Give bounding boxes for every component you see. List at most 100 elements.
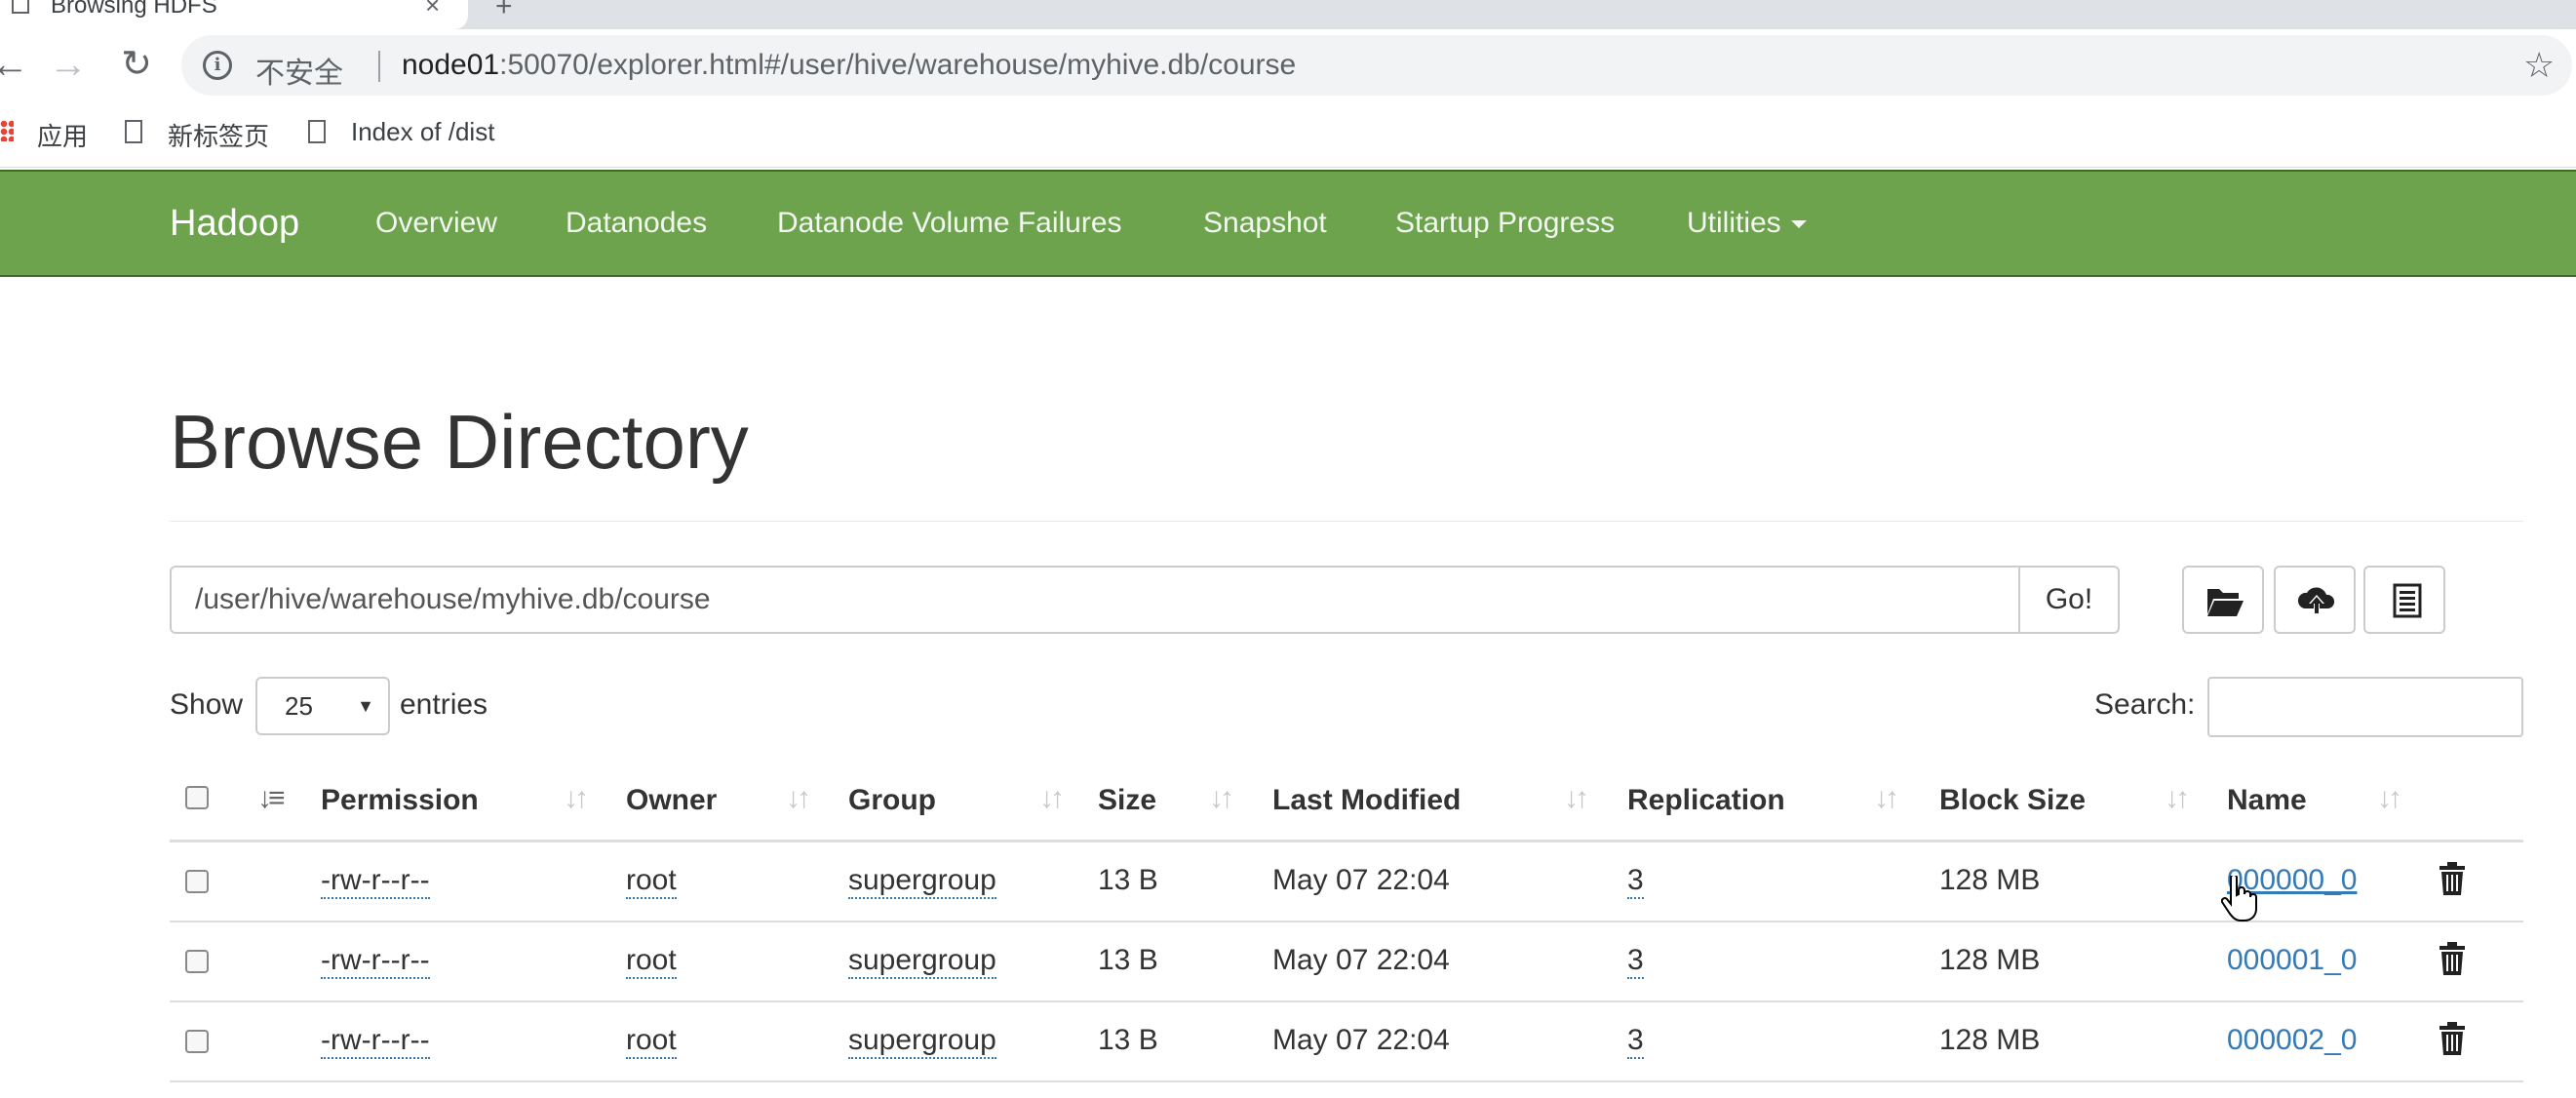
owner-cell[interactable]: root: [626, 944, 677, 979]
nav-utilities[interactable]: Utilities: [1687, 207, 1807, 240]
back-icon[interactable]: ←: [0, 41, 33, 88]
size-cell: 13 B: [1098, 1024, 1158, 1056]
folder-open-icon: [2207, 589, 2244, 616]
page-icon: [12, 0, 29, 14]
entries-value: 25: [285, 691, 313, 721]
table-row: -rw-r--r-- root supergroup 13 B May 07 2…: [170, 922, 2523, 1002]
group-cell[interactable]: supergroup: [848, 944, 996, 979]
nav-overview[interactable]: Overview: [375, 207, 497, 240]
bookmark-new-tab[interactable]: 新标签页: [168, 117, 269, 153]
tab-strip: Browsing HDFS × +: [0, 0, 2576, 29]
replication-cell[interactable]: 3: [1627, 1024, 1644, 1059]
bookmark-apps[interactable]: 应用: [37, 117, 88, 153]
trash-icon[interactable]: [2438, 1022, 2467, 1055]
table-row: -rw-r--r-- root supergroup 13 B May 07 2…: [170, 1002, 2523, 1082]
nav-datanodes[interactable]: Datanodes: [566, 207, 707, 240]
page-title: Browse Directory: [170, 399, 749, 485]
row-checkbox[interactable]: [185, 1030, 209, 1053]
trash-icon[interactable]: [2438, 862, 2467, 895]
search-label: Search:: [2094, 688, 2196, 721]
address-bar[interactable]: i 不安全 node01:50070/explorer.html#/user/h…: [181, 35, 2572, 96]
brand-logo[interactable]: Hadoop: [170, 203, 299, 245]
reload-icon[interactable]: ↻: [113, 41, 160, 88]
browser-toolbar: ← → ↻ i 不安全 node01:50070/explorer.html#/…: [0, 29, 2576, 103]
sort-icon[interactable]: ↓↑: [786, 782, 811, 815]
nav-snapshot[interactable]: Snapshot: [1203, 207, 1327, 240]
entries-label: entries: [400, 688, 488, 721]
sort-icon[interactable]: ↓↑: [2377, 782, 2402, 815]
sort-asc-icon[interactable]: ↓≡: [257, 782, 285, 815]
column-permission[interactable]: Permission: [321, 784, 479, 817]
permission-cell[interactable]: -rw-r--r--: [321, 944, 430, 979]
bookmark-index-dist[interactable]: Index of /dist: [351, 117, 494, 147]
nav-startup-progress[interactable]: Startup Progress: [1395, 207, 1615, 240]
tab-title: Browsing HDFS: [51, 0, 217, 19]
new-tab-icon[interactable]: +: [495, 0, 513, 23]
modified-cell: May 07 22:04: [1272, 864, 1450, 896]
modified-cell: May 07 22:04: [1272, 944, 1450, 976]
replication-cell[interactable]: 3: [1627, 944, 1644, 979]
select-all-checkbox[interactable]: [185, 786, 209, 809]
hand-cursor-icon: [2221, 876, 2257, 922]
upload-file-button[interactable]: [2274, 566, 2356, 634]
title-divider: [170, 521, 2523, 522]
file-name-link[interactable]: 000001_0: [2227, 944, 2357, 977]
permission-cell[interactable]: -rw-r--r--: [321, 864, 430, 899]
row-checkbox[interactable]: [185, 870, 209, 893]
group-cell[interactable]: supergroup: [848, 1024, 996, 1059]
column-size[interactable]: Size: [1098, 784, 1156, 817]
cloud-upload-icon: [2297, 587, 2335, 613]
sort-icon[interactable]: ↓↑: [564, 782, 589, 815]
browser-tab[interactable]: Browsing HDFS ×: [0, 0, 468, 29]
sort-icon[interactable]: ↓↑: [1209, 782, 1234, 815]
caret-down-icon: [1790, 220, 1807, 229]
column-group[interactable]: Group: [848, 784, 936, 817]
url-text[interactable]: node01:50070/explorer.html#/user/hive/wa…: [402, 49, 1296, 82]
dropdown-arrow-icon: ▼: [357, 696, 374, 716]
url-path: :50070/explorer.html#/user/hive/warehous…: [499, 49, 1297, 81]
nav-datanode-volume-failures[interactable]: Datanode Volume Failures: [777, 207, 1122, 240]
go-button[interactable]: Go!: [2018, 566, 2120, 634]
permission-cell[interactable]: -rw-r--r--: [321, 1024, 430, 1059]
search-input[interactable]: [2207, 677, 2523, 737]
sort-icon[interactable]: ↓↑: [1874, 782, 1899, 815]
column-owner[interactable]: Owner: [626, 784, 717, 817]
close-icon[interactable]: ×: [425, 0, 440, 20]
apps-icon[interactable]: [0, 120, 14, 141]
path-input[interactable]: [170, 566, 2020, 634]
group-cell[interactable]: supergroup: [848, 864, 996, 899]
owner-cell[interactable]: root: [626, 864, 677, 899]
address-separator: [378, 51, 380, 82]
nav-utilities-label: Utilities: [1687, 207, 1781, 239]
modified-cell: May 07 22:04: [1272, 1024, 1450, 1056]
cut-paste-button[interactable]: [2363, 566, 2445, 634]
owner-cell[interactable]: root: [626, 1024, 677, 1059]
bookmarks-bar: 应用 新标签页 Index of /dist: [0, 103, 2576, 168]
page-icon: [308, 120, 326, 143]
page-icon: [125, 120, 142, 143]
block-size-cell: 128 MB: [1939, 944, 2041, 976]
hadoop-navbar: Hadoop Overview Datanodes Datanode Volum…: [0, 170, 2576, 277]
replication-cell[interactable]: 3: [1627, 864, 1644, 899]
info-icon[interactable]: i: [203, 51, 232, 80]
column-last-modified[interactable]: Last Modified: [1272, 784, 1461, 817]
star-icon[interactable]: ☆: [2523, 45, 2555, 86]
trash-icon[interactable]: [2438, 942, 2467, 975]
file-name-link[interactable]: 000002_0: [2227, 1024, 2357, 1057]
create-directory-button[interactable]: [2182, 566, 2264, 634]
url-host: node01: [402, 49, 500, 81]
forward-icon[interactable]: →: [45, 41, 92, 88]
row-checkbox[interactable]: [185, 950, 209, 973]
block-size-cell: 128 MB: [1939, 864, 2041, 896]
block-size-cell: 128 MB: [1939, 1024, 2041, 1056]
sort-icon[interactable]: ↓↑: [2165, 782, 2190, 815]
sort-icon[interactable]: ↓↑: [1564, 782, 1589, 815]
column-name[interactable]: Name: [2227, 784, 2307, 817]
column-block-size[interactable]: Block Size: [1939, 784, 2086, 817]
size-cell: 13 B: [1098, 944, 1158, 976]
size-cell: 13 B: [1098, 864, 1158, 896]
table-row: -rw-r--r-- root supergroup 13 B May 07 2…: [170, 843, 2523, 922]
sort-icon[interactable]: ↓↑: [1039, 782, 1065, 815]
entries-select[interactable]: 25 ▼: [255, 677, 390, 735]
column-replication[interactable]: Replication: [1627, 784, 1785, 817]
